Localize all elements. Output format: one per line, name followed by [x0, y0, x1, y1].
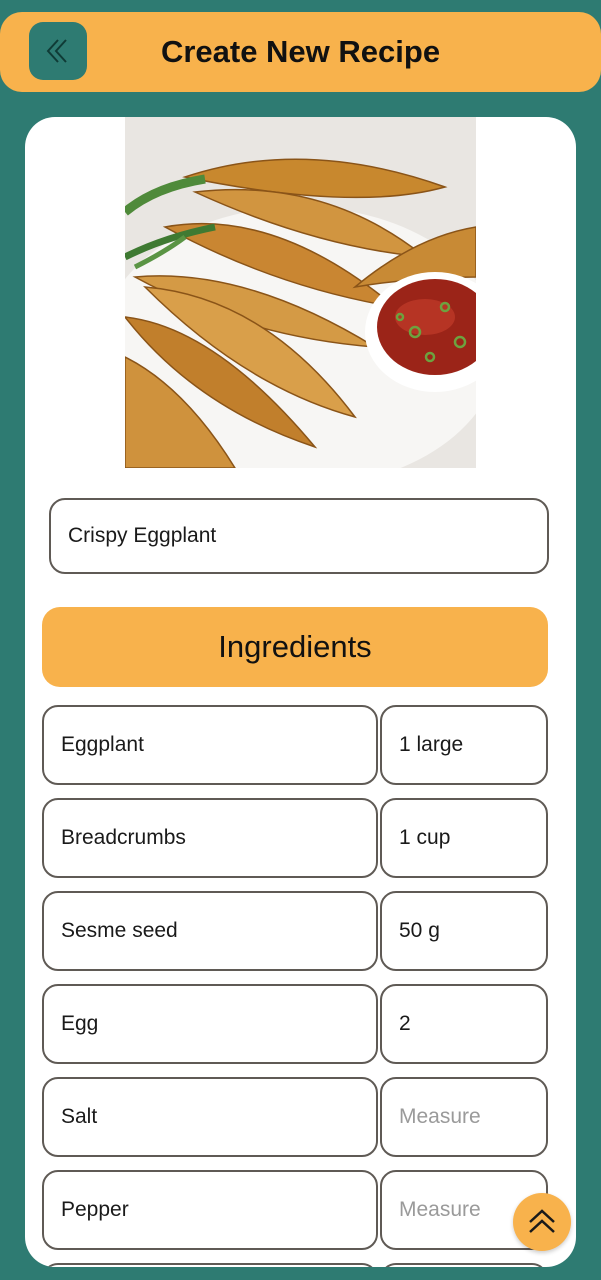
ingredient-measure-input[interactable]: Measure — [380, 1077, 548, 1157]
ingredient-name-input[interactable]: Egg — [42, 984, 378, 1064]
ingredient-row: Salt Measure — [42, 1077, 548, 1157]
ingredient-measure-input[interactable]: 1 cup — [380, 798, 548, 878]
recipe-name-input[interactable]: Crispy Eggplant — [49, 498, 549, 574]
ingredient-row: Pepper Measure — [42, 1170, 548, 1250]
recipe-form-card: Crispy Eggplant Ingredients Eggplant 1 la… — [25, 117, 576, 1267]
app-header: Create New Recipe — [0, 12, 601, 92]
page-title: Create New Recipe — [160, 34, 441, 69]
double-chevron-up-icon — [529, 1209, 555, 1233]
ingredient-measure-input[interactable]: 50 g — [380, 891, 548, 971]
ingredient-row-partial — [42, 1263, 548, 1267]
ingredients-button[interactable]: Ingredients — [42, 607, 548, 687]
scroll-to-top-button[interactable] — [513, 1193, 571, 1251]
recipe-photo-image — [125, 117, 476, 468]
ingredient-row: Eggplant 1 large — [42, 705, 548, 785]
ingredient-name-input[interactable] — [42, 1263, 378, 1267]
ingredient-measure-input[interactable]: 1 large — [380, 705, 548, 785]
ingredient-name-input[interactable]: Eggplant — [42, 705, 378, 785]
ingredient-name-input[interactable]: Sesme seed — [42, 891, 378, 971]
ingredient-row: Sesme seed 50 g — [42, 891, 548, 971]
ingredient-name-input[interactable]: Salt — [42, 1077, 378, 1157]
back-button[interactable] — [29, 22, 87, 80]
ingredient-row: Egg 2 — [42, 984, 548, 1064]
recipe-photo[interactable] — [125, 117, 476, 468]
double-chevron-left-icon — [46, 39, 67, 63]
ingredient-row: Breadcrumbs 1 cup — [42, 798, 548, 878]
ingredient-name-input[interactable]: Pepper — [42, 1170, 378, 1250]
ingredient-name-input[interactable]: Breadcrumbs — [42, 798, 378, 878]
ingredient-measure-input[interactable] — [380, 1263, 548, 1267]
ingredient-measure-input[interactable]: 2 — [380, 984, 548, 1064]
